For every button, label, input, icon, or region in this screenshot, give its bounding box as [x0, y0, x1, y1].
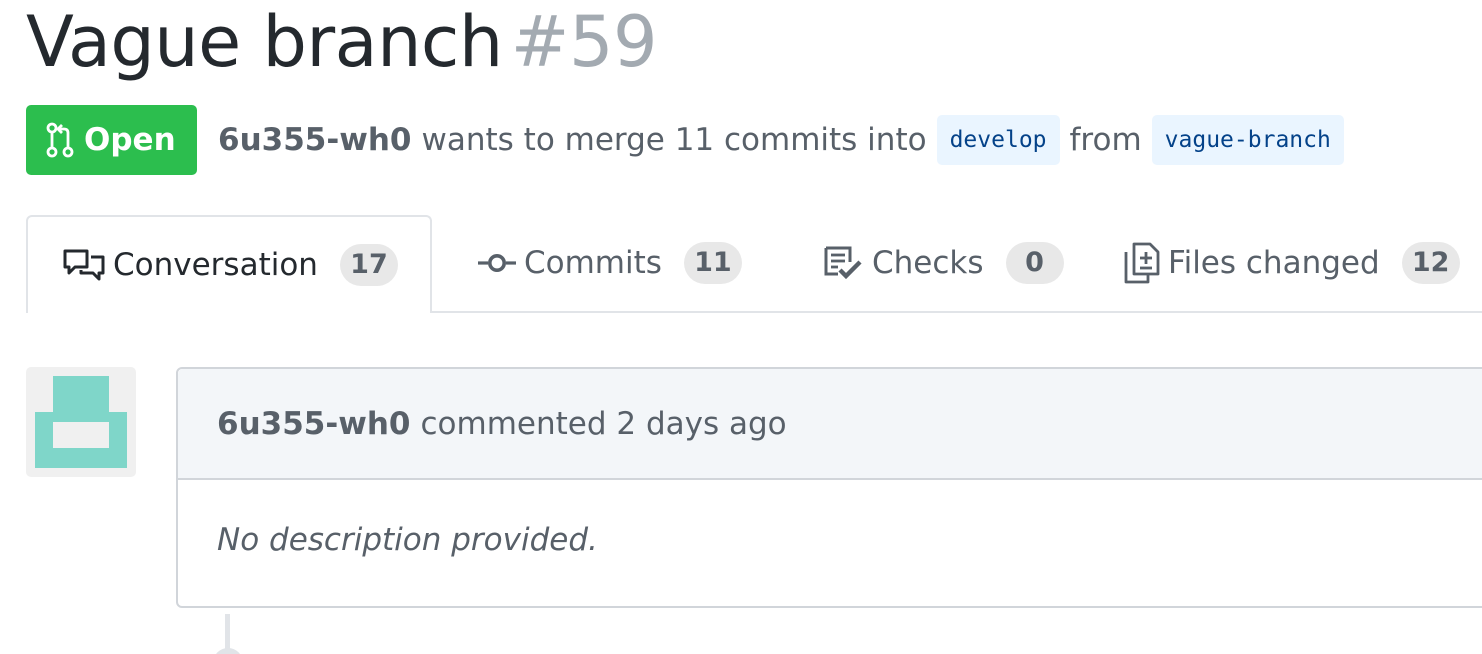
- checklist-icon: [824, 246, 862, 280]
- tab-checks[interactable]: Checks 0: [824, 215, 1064, 311]
- comment-author-link[interactable]: 6u355-wh0: [217, 406, 411, 442]
- merge-text: wants to merge 11 commits into: [421, 122, 927, 158]
- tab-files-changed[interactable]: Files changed 12: [1124, 215, 1460, 311]
- timeline-badge: [213, 648, 243, 654]
- git-pull-request-icon: [46, 122, 74, 158]
- state-label: Open: [84, 122, 176, 158]
- head-branch[interactable]: vague-branch: [1151, 115, 1344, 165]
- base-branch[interactable]: develop: [936, 115, 1060, 165]
- tab-label: Files changed: [1168, 245, 1380, 281]
- page-title: Vague branch #59: [26, 0, 658, 88]
- tab-counter: 17: [339, 244, 398, 286]
- tab-label: Checks: [872, 245, 984, 281]
- tab-commits[interactable]: Commits 11: [478, 215, 742, 311]
- tab-conversation[interactable]: Conversation 17: [26, 215, 432, 313]
- tab-counter: 0: [1005, 242, 1064, 284]
- tab-label: Commits: [524, 245, 662, 281]
- diff-icon: [1124, 242, 1160, 284]
- identicon: [35, 376, 127, 468]
- merge-description: 6u355-wh0 wants to merge 11 commits into…: [218, 115, 1354, 165]
- tab-counter: 11: [683, 242, 742, 284]
- pr-title: Vague branch: [26, 1, 503, 83]
- state-badge: Open: [26, 105, 197, 175]
- pr-number: #59: [510, 1, 658, 83]
- pull-request-page: Vague branch #59 Open 6u355-wh0 wants to …: [0, 0, 1482, 654]
- author-link[interactable]: 6u355-wh0: [218, 122, 412, 158]
- comment-body: No description provided.: [217, 522, 598, 558]
- pr-tabs: Conversation 17 Commits 11 Checks 0 File…: [26, 215, 1482, 313]
- tab-counter: 12: [1401, 242, 1460, 284]
- comment-timestamp: commented 2 days ago: [420, 405, 787, 442]
- git-commit-icon: [478, 254, 516, 272]
- comment-header: 6u355-wh0 commented 2 days ago: [178, 369, 1482, 480]
- comment-box: 6u355-wh0 commented 2 days ago No descri…: [176, 367, 1482, 608]
- comment-discussion-icon: [63, 249, 105, 281]
- tab-label: Conversation: [113, 247, 318, 283]
- avatar[interactable]: [26, 367, 136, 477]
- pr-meta: Open 6u355-wh0 wants to merge 11 commits…: [26, 105, 1482, 175]
- from-text: from: [1069, 122, 1142, 158]
